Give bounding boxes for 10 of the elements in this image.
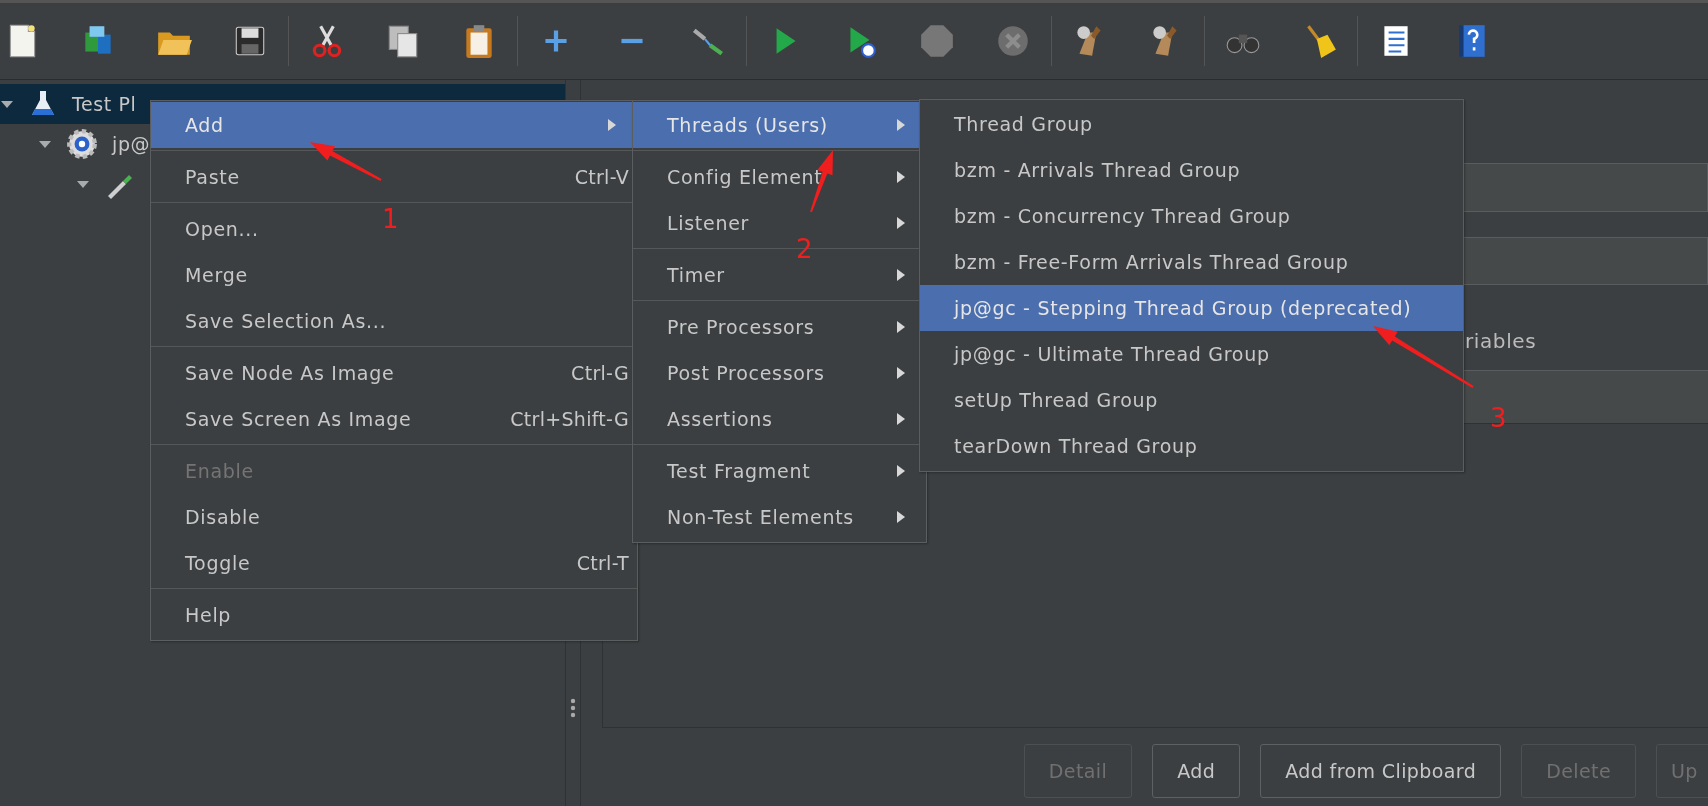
- shortcut-text: Ctrl-G: [571, 362, 629, 384]
- shortcut-text: Ctrl-T: [576, 552, 629, 574]
- annotation-number: 2: [796, 234, 813, 264]
- node-label: jp@: [112, 133, 151, 155]
- shortcut-text: Ctrl+Shift-G: [510, 408, 629, 430]
- shortcut-text: Ctrl-V: [574, 166, 629, 188]
- annotation-number: 3: [1490, 403, 1507, 433]
- annotation-number: 1: [382, 204, 399, 234]
- section-label: riables: [1465, 329, 1537, 353]
- node-label: Test Pl: [72, 93, 137, 115]
